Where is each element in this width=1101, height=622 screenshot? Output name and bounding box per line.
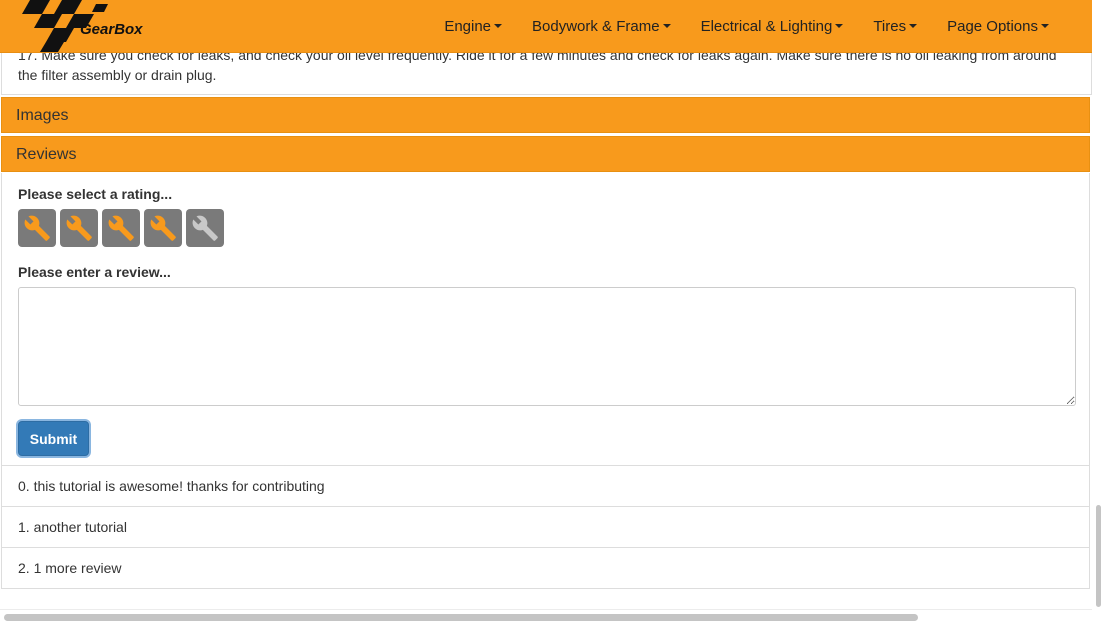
wrench-icon — [108, 215, 134, 241]
wrench-icon — [24, 215, 50, 241]
page-bottom-divider — [0, 609, 1092, 610]
wrench-icon — [192, 215, 218, 241]
nav-engine[interactable]: Engine — [429, 0, 517, 52]
brand-name: GearBox — [80, 21, 143, 38]
images-panel-title: Images — [16, 107, 69, 124]
review-item: 1. another tutorial — [2, 506, 1089, 547]
nav-menu: Engine Bodywork & Frame Electrical & Lig… — [429, 0, 1064, 52]
wrench-icon — [66, 215, 92, 241]
nav-bodywork-frame[interactable]: Bodywork & Frame — [517, 0, 686, 52]
review-label: Please enter a review... — [18, 264, 171, 280]
nav-label: Bodywork & Frame — [532, 17, 660, 35]
rating-wrench-3[interactable] — [102, 209, 140, 247]
brand-logo[interactable]: GearBox — [16, 0, 143, 52]
rating-label: Please select a rating... — [18, 186, 173, 202]
caret-down-icon — [1041, 24, 1049, 28]
nav-label: Engine — [444, 17, 492, 35]
nav-electrical-lighting[interactable]: Electrical & Lighting — [686, 0, 859, 52]
nav-label: Electrical & Lighting — [700, 17, 833, 35]
rating-wrench-5[interactable] — [186, 209, 224, 247]
reviews-panel-title: Reviews — [16, 146, 77, 163]
review-item: 2. 1 more review — [2, 547, 1089, 588]
caret-down-icon — [494, 24, 503, 28]
submit-button[interactable]: Submit — [18, 421, 89, 456]
caret-down-icon — [662, 24, 671, 28]
review-item: 0. this tutorial is awesome! thanks for … — [2, 465, 1089, 506]
caret-down-icon — [835, 24, 844, 28]
review-textarea[interactable] — [18, 287, 1076, 406]
reviews-panel-body: Please select a rating... Please enter a… — [1, 173, 1090, 589]
caret-down-icon — [909, 24, 918, 28]
nav-label: Page Options — [947, 17, 1038, 35]
nav-page-options[interactable]: Page Options — [932, 0, 1064, 52]
rating-selector — [18, 209, 228, 247]
rating-wrench-1[interactable] — [18, 209, 56, 247]
nav-label: Tires — [873, 17, 907, 35]
reviews-panel-heading[interactable]: Reviews — [1, 136, 1090, 172]
navbar: GearBox Engine Bodywork & Frame Electric… — [0, 0, 1092, 53]
wrench-icon — [150, 215, 176, 241]
review-list: 0. this tutorial is awesome! thanks for … — [2, 465, 1089, 588]
rating-wrench-4[interactable] — [144, 209, 182, 247]
nav-tires[interactable]: Tires — [858, 0, 932, 52]
rating-wrench-2[interactable] — [60, 209, 98, 247]
horizontal-scrollbar[interactable] — [4, 614, 918, 621]
images-panel-heading[interactable]: Images — [1, 97, 1090, 133]
vertical-scrollbar[interactable] — [1096, 505, 1101, 607]
